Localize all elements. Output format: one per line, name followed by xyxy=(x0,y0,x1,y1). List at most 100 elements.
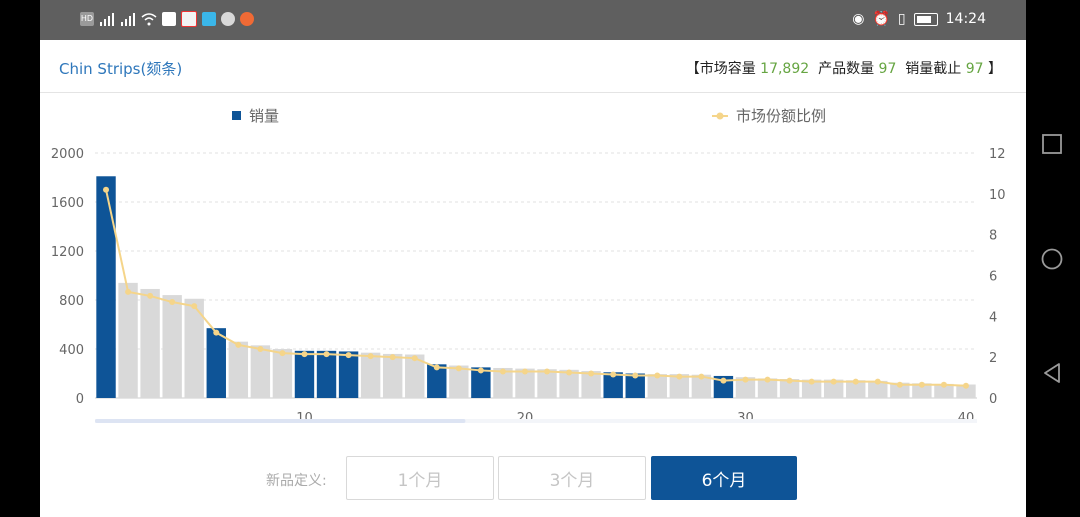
video-icon xyxy=(240,12,254,26)
share-point xyxy=(433,364,440,371)
share-point xyxy=(213,329,220,336)
app-screen: HD ◉ ⏰ ▯ 14:24 Chin Strips(颏条) 【市场容量 17,… xyxy=(40,0,1026,517)
page-title: Chin Strips(颏条) xyxy=(59,60,183,78)
bar xyxy=(316,350,337,398)
bar xyxy=(206,328,226,398)
share-point xyxy=(301,351,308,358)
share-point xyxy=(521,368,528,375)
product-count-value: 97 xyxy=(878,61,897,77)
share-point xyxy=(852,378,859,385)
bracket-close: 】 xyxy=(988,61,1002,77)
legend-line-icon xyxy=(712,112,728,119)
share-point xyxy=(235,341,242,348)
bar xyxy=(96,176,116,398)
share-point xyxy=(632,372,639,379)
share-point xyxy=(720,377,727,384)
legend-share[interactable]: 市场份额比例 xyxy=(712,105,826,126)
bar xyxy=(118,282,138,398)
back-triangle-icon[interactable] xyxy=(1041,362,1063,384)
signal-icon xyxy=(121,13,135,26)
android-nav-bar xyxy=(1026,0,1080,517)
status-time: 14:24 xyxy=(945,11,986,27)
share-point xyxy=(169,299,176,306)
bar xyxy=(382,353,403,398)
bar xyxy=(140,288,160,398)
square-icon[interactable] xyxy=(1041,133,1063,155)
share-point xyxy=(742,376,749,383)
share-point xyxy=(455,365,462,372)
bar xyxy=(228,341,249,398)
bracket-open: 【 xyxy=(685,61,700,77)
chart-legend: 销量 市场份额比例 xyxy=(40,105,1026,129)
legend-square-icon xyxy=(232,111,241,120)
share-point xyxy=(191,303,198,310)
share-point xyxy=(323,351,330,358)
header-row: Chin Strips(颏条) 【市场容量 17,892 产品数量 97 销量截… xyxy=(40,40,1026,93)
market-stats: 【市场容量 17,892 产品数量 97 销量截止 97 】 xyxy=(686,58,1002,78)
share-point xyxy=(103,186,110,193)
new-product-label: 新品定义: xyxy=(266,473,327,489)
wifi-icon xyxy=(141,13,157,26)
y-right-tick-label: 4 xyxy=(989,310,997,325)
sales-chart: 0 400 800 1200 1600 2000 0 2 4 6 8 10 12 10 20 30 40 xyxy=(51,147,1006,426)
share-point xyxy=(588,370,595,377)
tab-6-month[interactable]: 6个月 xyxy=(651,456,797,500)
app-icon xyxy=(181,11,197,27)
scroll-thumb[interactable] xyxy=(95,419,466,423)
share-point xyxy=(676,373,683,380)
share-point xyxy=(874,378,881,385)
battery-icon xyxy=(913,12,938,26)
legend-sales[interactable]: 销量 xyxy=(232,105,279,126)
app-icon xyxy=(202,12,216,26)
y-left-tick-label: 2000 xyxy=(51,147,84,162)
y-right-tick-label: 8 xyxy=(989,229,997,244)
y-left-tick-label: 400 xyxy=(59,343,84,358)
bar xyxy=(162,295,182,398)
x-tick-label: 20 xyxy=(517,411,534,426)
status-right: ◉ ⏰ ▯ 14:24 xyxy=(852,11,986,27)
signal-4g-icon xyxy=(100,13,114,26)
share-point xyxy=(147,292,154,299)
circle-icon[interactable] xyxy=(1041,248,1063,270)
share-point xyxy=(411,355,418,362)
x-tick-label: 40 xyxy=(958,411,975,426)
share-point xyxy=(389,354,396,361)
share-point xyxy=(566,369,573,376)
vibrate-icon: ▯ xyxy=(897,11,906,27)
legend-share-label: 市场份额比例 xyxy=(736,107,827,125)
share-point xyxy=(808,378,815,385)
status-icons: HD xyxy=(80,11,254,27)
share-point xyxy=(257,346,264,352)
bar xyxy=(250,345,271,398)
app-icon xyxy=(162,12,176,26)
share-point xyxy=(962,382,969,389)
y-right-tick-label: 6 xyxy=(989,270,997,285)
bar xyxy=(294,350,315,398)
tab-3-month[interactable]: 3个月 xyxy=(498,456,646,500)
y-right-tick-label: 2 xyxy=(989,351,997,366)
market-capacity-value: 17,892 xyxy=(760,61,810,77)
bar xyxy=(360,352,381,398)
y-left-tick-label: 1200 xyxy=(51,245,84,260)
y-right-tick-label: 0 xyxy=(989,392,997,407)
share-point xyxy=(499,368,506,375)
y-right-tick-label: 10 xyxy=(989,188,1006,203)
y-left-tick-label: 1600 xyxy=(51,196,84,211)
share-point xyxy=(477,367,484,374)
share-point xyxy=(786,377,793,384)
x-tick-label: 30 xyxy=(737,411,754,426)
legend-sales-label: 销量 xyxy=(249,107,280,125)
share-point xyxy=(896,381,903,388)
app-icon xyxy=(221,12,235,26)
status-bar: HD ◉ ⏰ ▯ 14:24 xyxy=(40,0,1026,40)
hd-icon: HD xyxy=(80,12,94,26)
share-point xyxy=(544,368,551,375)
tab-1-month[interactable]: 1个月 xyxy=(346,456,494,500)
market-capacity-label: 市场容量 xyxy=(699,61,756,77)
share-point xyxy=(918,381,925,388)
share-point xyxy=(830,378,837,385)
share-point xyxy=(279,350,286,357)
y-right-tick-label: 12 xyxy=(989,147,1006,162)
share-point xyxy=(698,373,705,380)
share-point xyxy=(654,372,661,379)
